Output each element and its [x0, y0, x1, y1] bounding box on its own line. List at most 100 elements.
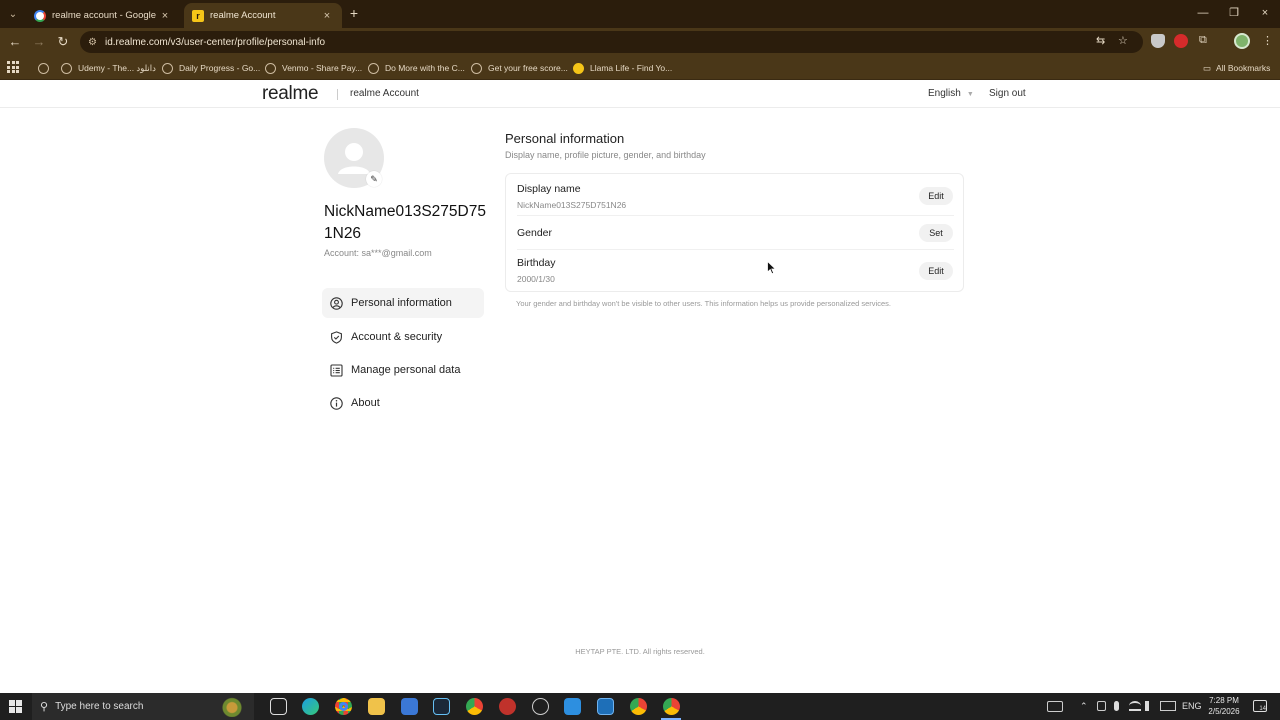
globe-icon	[61, 62, 72, 74]
profile-avatar-icon[interactable]	[1234, 33, 1250, 49]
tab-google-search[interactable]: realme account - Google Search ×	[26, 3, 180, 28]
pencil-edit-icon[interactable]: ✎	[366, 171, 382, 187]
section-title: Personal information	[505, 131, 625, 146]
translate-icon[interactable]: ⇆	[1096, 34, 1105, 47]
gender-label: Gender	[517, 227, 553, 239]
bookmark-item[interactable]: Daily Progress - Go...	[162, 60, 260, 76]
search-icon: ⚲	[40, 701, 49, 713]
sidebar-item-personal-information[interactable]: Personal information	[322, 288, 484, 318]
close-window-icon[interactable]: ×	[1251, 4, 1279, 22]
sidebar-item-label: Account & security	[351, 331, 443, 343]
birthday-value: 2000/1/30	[517, 274, 555, 284]
privacy-note: Your gender and birthday won't be visibl…	[516, 299, 891, 308]
task-view-icon[interactable]	[270, 698, 287, 715]
mouse-cursor-icon	[767, 261, 777, 275]
caret-down-icon: ▼	[966, 91, 974, 98]
sign-out-link[interactable]: Sign out	[989, 88, 1026, 99]
restore-icon[interactable]: ❐	[1220, 4, 1248, 22]
row-divider	[517, 215, 954, 216]
site-info-icon[interactable]: ⚙	[88, 37, 97, 48]
edge-icon[interactable]	[302, 698, 319, 715]
keyboard-icon[interactable]	[1047, 701, 1063, 712]
apps-grid-icon[interactable]	[7, 61, 19, 73]
forward-arrow-icon[interactable]: →	[30, 33, 48, 51]
bookmark-item[interactable]: Do More with the C...	[368, 60, 465, 76]
realme-logo[interactable]: realme	[262, 83, 319, 105]
language-indicator[interactable]: ENG	[1182, 701, 1202, 711]
device-icon[interactable]	[1097, 701, 1106, 711]
chrome-active-icon[interactable]	[663, 698, 680, 715]
edit-display-name-button[interactable]: Edit	[919, 187, 953, 205]
taskbar-clock[interactable]: 7:28 PM 2/5/2026	[1203, 695, 1245, 717]
back-arrow-icon[interactable]: ←	[6, 33, 24, 51]
edit-birthday-button[interactable]: Edit	[919, 262, 953, 280]
red-extension-icon[interactable]	[1174, 34, 1188, 48]
taskbar-search-box[interactable]: ⚲ Type here to search	[32, 693, 254, 720]
minimize-icon[interactable]: —	[1189, 4, 1217, 22]
bookmark-item[interactable]: Udemy - The... دانلود	[61, 60, 156, 76]
address-bar[interactable]: ⚙ id.realme.com/v3/user-center/profile/p…	[80, 31, 1143, 53]
sidebar-item-about[interactable]: About	[322, 388, 484, 418]
chrome-profile-icon[interactable]	[466, 698, 483, 715]
reload-icon[interactable]: ↻	[54, 33, 72, 51]
steam-icon[interactable]	[433, 698, 450, 715]
tab-realme-account[interactable]: r realme Account ×	[184, 3, 342, 28]
remote-desktop-icon[interactable]	[597, 698, 614, 715]
birthday-label: Birthday	[517, 257, 556, 269]
notifications-icon[interactable]: 14	[1253, 700, 1267, 712]
row-divider	[517, 249, 954, 250]
browser-tab-bar: ⌄ realme account - Google Search × r rea…	[0, 0, 1280, 28]
section-subtitle: Display name, profile picture, gender, a…	[505, 150, 706, 160]
extensions-puzzle-icon[interactable]: ⧉	[1199, 34, 1207, 47]
blue-app-icon[interactable]	[564, 698, 581, 715]
close-tab-icon[interactable]: ×	[320, 10, 334, 22]
tab-list-chevron-icon[interactable]: ⌄	[4, 5, 22, 23]
bookmark-globe[interactable]	[38, 60, 55, 76]
folder-icon: ▭	[1203, 62, 1212, 73]
sidebar-item-account-security[interactable]: Account & security	[322, 322, 484, 352]
bookmark-star-icon[interactable]: ☆	[1118, 34, 1128, 47]
account-email: Account: sa***@gmail.com	[324, 248, 432, 258]
windows-start-icon[interactable]	[9, 700, 22, 713]
personal-info-card: Display name NickName013S275D751N26 Edit…	[505, 173, 964, 292]
sidebar-item-label: Personal information	[351, 297, 452, 309]
speaker-icon[interactable]	[1145, 701, 1155, 711]
chrome-profile-icon[interactable]	[630, 698, 647, 715]
browser-toolbar: ← → ↻ ⚙ id.realme.com/v3/user-center/pro…	[0, 28, 1280, 56]
circle-app-icon[interactable]	[532, 698, 549, 715]
store-icon[interactable]	[401, 698, 418, 715]
all-bookmarks[interactable]: ▭ All Bookmarks	[1203, 60, 1270, 76]
new-tab-plus-icon[interactable]: +	[346, 5, 362, 21]
page-footer: HEYTAP PTE. LTD. All rights reserved.	[575, 647, 705, 656]
close-tab-icon[interactable]: ×	[158, 10, 172, 22]
language-selector[interactable]: English ▼	[928, 88, 974, 99]
shield-extension-icon[interactable]	[1151, 34, 1165, 48]
file-explorer-icon[interactable]	[368, 698, 385, 715]
sidebar-item-manage-personal-data[interactable]: Manage personal data	[322, 355, 484, 385]
menu-dots-icon[interactable]: ⋮	[1262, 34, 1273, 47]
header-title: realme Account	[350, 88, 419, 99]
realme-favicon-icon: r	[192, 9, 204, 22]
microphone-icon[interactable]	[1114, 701, 1119, 711]
tray-chevron-icon[interactable]: ⌃	[1080, 701, 1088, 712]
display-name-label: Display name	[517, 183, 581, 195]
shield-icon	[330, 330, 343, 344]
tab-title: realme Account	[210, 10, 276, 21]
chrome-icon[interactable]	[335, 698, 352, 715]
sidebar-item-label: About	[351, 397, 380, 409]
globe-icon	[265, 62, 276, 74]
battery-icon[interactable]	[1160, 701, 1176, 711]
set-gender-button[interactable]: Set	[919, 224, 953, 242]
llama-icon	[573, 62, 584, 74]
red-app-icon[interactable]	[499, 698, 516, 715]
sidebar-item-label: Manage personal data	[351, 364, 461, 376]
profile-nickname: NickName013S275D751N26	[324, 203, 486, 242]
bookmark-item[interactable]: Get your free score...	[471, 60, 568, 76]
bookmark-item[interactable]: Llama Life - Find Yo...	[573, 60, 672, 76]
globe-icon	[471, 62, 482, 74]
header-divider	[337, 89, 338, 100]
bookmark-item[interactable]: Venmo - Share Pay...	[265, 60, 362, 76]
user-icon	[330, 296, 343, 310]
wifi-icon[interactable]	[1129, 701, 1141, 711]
address-url[interactable]: id.realme.com/v3/user-center/profile/per…	[105, 37, 325, 48]
